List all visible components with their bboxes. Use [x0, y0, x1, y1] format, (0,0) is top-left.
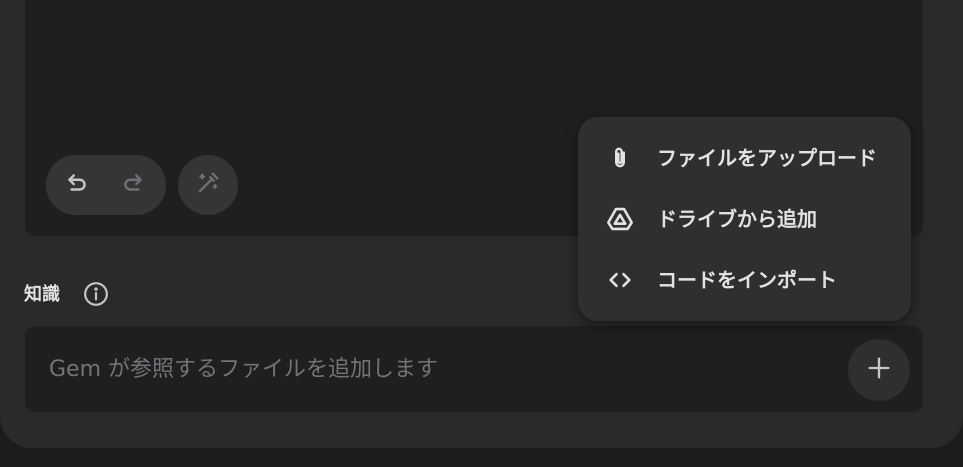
redo-button[interactable] — [113, 165, 153, 205]
undo-button[interactable] — [57, 165, 97, 205]
menu-item-label: ファイルをアップロード — [657, 146, 877, 170]
code-icon — [604, 264, 636, 296]
menu-item-label: ドライブから追加 — [657, 207, 817, 231]
menu-item-add-from-drive[interactable]: ドライブから追加 — [578, 191, 911, 247]
redo-icon — [120, 170, 146, 200]
menu-item-label: コードをインポート — [657, 268, 837, 292]
plus-icon — [865, 354, 893, 386]
magic-pen-icon — [194, 169, 222, 201]
paperclip-icon — [604, 142, 636, 174]
undo-icon — [64, 170, 90, 200]
knowledge-info-button[interactable] — [83, 281, 109, 311]
info-icon — [83, 281, 109, 311]
add-file-menu: ファイルをアップロード ドライブから追加 コードをインポート — [578, 117, 911, 321]
drive-icon — [604, 203, 636, 235]
menu-item-import-code[interactable]: コードをインポート — [578, 252, 911, 308]
menu-item-upload-file[interactable]: ファイルをアップロード — [578, 130, 911, 186]
knowledge-heading: 知識 — [24, 284, 60, 305]
magic-rewrite-button[interactable] — [178, 155, 238, 215]
knowledge-placeholder: Gem が参照するファイルを追加します — [49, 357, 439, 382]
add-file-button[interactable] — [848, 339, 910, 401]
